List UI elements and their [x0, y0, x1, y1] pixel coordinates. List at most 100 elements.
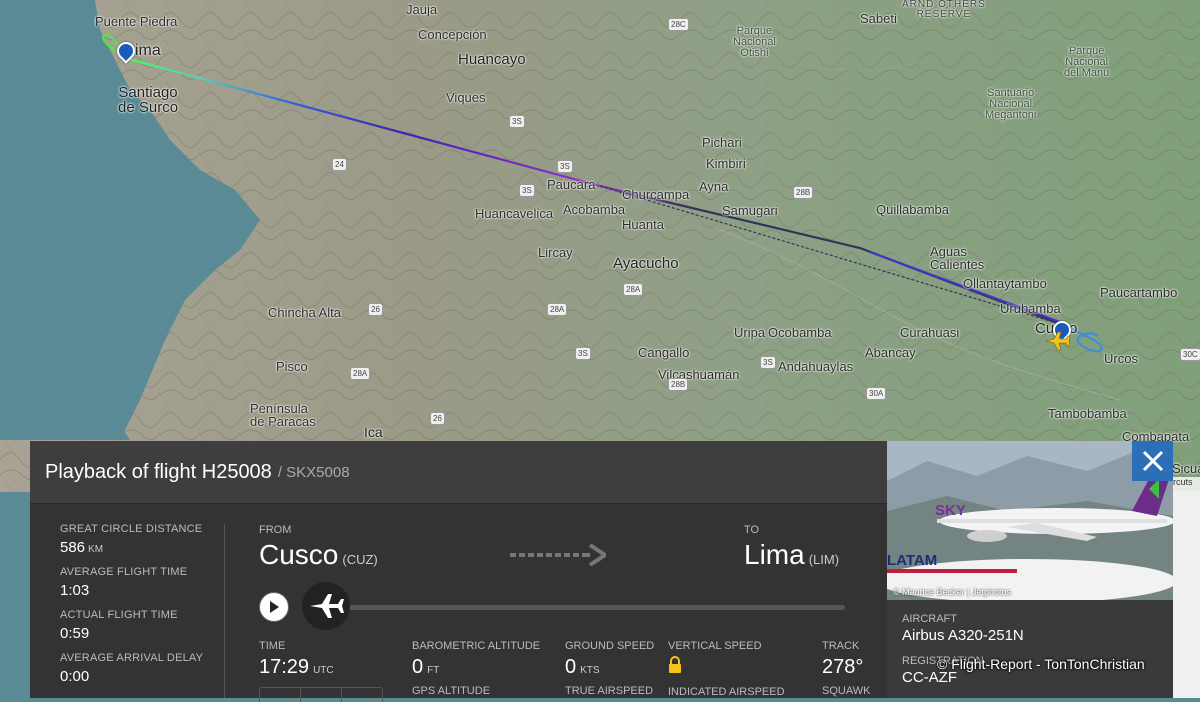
- map-label-aguas-calientes: Aguas Calientes: [930, 244, 985, 272]
- map-attribution[interactable]: rcuts: [1173, 477, 1200, 491]
- map-label-ocobamba: Ocobamba: [768, 325, 832, 340]
- map-label-ollantaytambo: Ollantaytambo: [963, 276, 1047, 291]
- metric-label: VERTICAL SPEED: [668, 640, 762, 652]
- route-shield: 30C: [1180, 348, 1200, 361]
- stat-actual-flight-time: ACTUAL FLIGHT TIME 0:59: [60, 609, 178, 642]
- map-label-megantoni: Santuario Nacional Megantoni: [985, 87, 1037, 121]
- photo-credit[interactable]: © Maurice Becker | Jetphotos: [893, 587, 1011, 597]
- metric-label-gps-altitude: GPS ALTITUDE: [412, 685, 491, 697]
- map-label-paucara: Paucara: [547, 177, 596, 192]
- route-shield: 3S: [509, 115, 525, 128]
- metric-value: 17:29: [259, 656, 310, 678]
- map-label-sicua: Sicua: [1172, 461, 1200, 476]
- map-label-santiago-de-surco: Santiago de Surco: [118, 84, 179, 116]
- metric-value: 0: [565, 656, 577, 678]
- route-shield: 28C: [668, 18, 689, 31]
- metric-time: TIME 17:29 UTC: [259, 640, 334, 679]
- map-label-cangallo: Cangallo: [638, 345, 690, 360]
- route-shield: 30A: [866, 387, 887, 400]
- divider: [224, 524, 225, 698]
- map-label-uripa: Uripa: [734, 325, 766, 340]
- step-button[interactable]: [342, 688, 382, 702]
- map-label-acobamba: Acobamba: [563, 202, 626, 217]
- metric-value: 278°: [822, 656, 864, 678]
- map-label-paucartambo: Paucartambo: [1100, 285, 1178, 300]
- livery-latam-text: LATAM: [887, 552, 937, 569]
- playback-timeline[interactable]: [340, 605, 845, 610]
- map-label-huanta: Huanta: [622, 217, 664, 232]
- metric-label-squawk: SQUAWK: [822, 685, 871, 697]
- stat-great-circle-distance: GREAT CIRCLE DISTANCE 586 KM: [60, 523, 202, 556]
- playback-panel: Playback of flight H25008 / SKX5008 GREA…: [30, 441, 887, 702]
- map-label-manu: Parque Nacional del Manu: [1064, 45, 1110, 79]
- route-shield: 3S: [519, 184, 535, 197]
- stat-label: AVERAGE ARRIVAL DELAY: [60, 652, 204, 664]
- metric-label: GROUND SPEED: [565, 640, 655, 652]
- aircraft-type[interactable]: Airbus A320-251N: [902, 627, 1024, 644]
- metric-unit: UTC: [313, 665, 334, 676]
- stat-label: ACTUAL FLIGHT TIME: [60, 609, 178, 621]
- route-shield: 28A: [350, 367, 371, 380]
- step-button[interactable]: [260, 688, 301, 702]
- map-label-ayacucho: Ayacucho: [613, 255, 679, 272]
- metric-label-true-airspeed: TRUE AIRSPEED: [565, 685, 654, 697]
- map-label-reserve: ARND OTHERS RESERVE: [902, 0, 986, 20]
- stat-value: 0:59: [60, 625, 90, 642]
- lock-icon: [668, 656, 785, 680]
- metric-barometric-altitude: BAROMETRIC ALTITUDE 0 FT GPS ALTITUDE: [412, 640, 540, 697]
- map-label-lima: ima: [135, 42, 161, 59]
- route-arrow-icon: [510, 543, 609, 567]
- close-button[interactable]: [1132, 441, 1173, 481]
- metric-ground-speed: GROUND SPEED 0 KTS TRUE AIRSPEED: [565, 640, 654, 697]
- map-label-abancay: Abancay: [865, 345, 916, 360]
- map-label-jauja: Jauja: [406, 2, 438, 17]
- destination-city[interactable]: Lima (LIM): [744, 539, 839, 571]
- route-shield: 3S: [557, 160, 573, 173]
- map-label-viques: Viques: [446, 90, 486, 105]
- from-label: FROM: [259, 524, 292, 536]
- stat-value: 1:03: [60, 582, 90, 599]
- map-label-peninsula-de-paracas: Península de Paracas: [250, 401, 316, 429]
- aircraft-position-icon[interactable]: [1044, 331, 1070, 351]
- step-button[interactable]: [301, 688, 342, 702]
- stat-unit: KM: [88, 544, 104, 555]
- timeline-handle[interactable]: [302, 582, 350, 630]
- panel-title: Playback of flight H25008: [45, 460, 272, 483]
- aircraft-photo[interactable]: SKY LATAM © Maurice Becker | Jetphotos: [887, 441, 1173, 600]
- stat-value: 586: [60, 539, 86, 556]
- page-background: [1173, 491, 1200, 698]
- metric-value: 0: [412, 656, 424, 678]
- map-label-urcos: Urcos: [1104, 351, 1138, 366]
- map-label-huancayo: Huancayo: [458, 51, 526, 68]
- route-shield: 26: [368, 303, 383, 316]
- route-shield: 24: [332, 158, 347, 171]
- metric-unit: FT: [427, 665, 440, 676]
- metric-label: TIME: [259, 640, 286, 652]
- map-label-puente-piedra: Puente Piedra: [95, 14, 178, 29]
- map-label-concepcion: Concepción: [418, 27, 487, 42]
- metric-label: BAROMETRIC ALTITUDE: [412, 640, 541, 652]
- origin-city[interactable]: Cusco (CUZ): [259, 539, 378, 571]
- map-label-urubamba: Urubamba: [1000, 301, 1061, 316]
- metric-unit: KTS: [580, 665, 600, 676]
- map-label-curahuasi: Curahuasi: [900, 325, 960, 340]
- play-icon: [270, 601, 279, 613]
- stat-value: 0:00: [60, 668, 90, 685]
- metric-label: TRACK: [822, 640, 860, 652]
- metric-vertical-speed: VERTICAL SPEED INDICATED AIRSPEED: [668, 640, 785, 698]
- stat-average-arrival-delay: AVERAGE ARRIVAL DELAY 0:00: [60, 652, 203, 685]
- map-label-lircay: Lircay: [538, 245, 573, 260]
- route-shield: 28B: [668, 378, 689, 391]
- map-label-ica: Ica: [364, 424, 383, 440]
- destination-city-name: Lima: [744, 539, 805, 570]
- metric-label-indicated-airspeed: INDICATED AIRSPEED: [668, 686, 785, 698]
- playback-step-buttons[interactable]: [259, 687, 383, 702]
- map-label-kimbiri: Kimbiri: [706, 156, 746, 171]
- aircraft-label: AIRCRAFT: [902, 613, 957, 625]
- play-button[interactable]: [259, 592, 289, 622]
- flight-stats: GREAT CIRCLE DISTANCE 586 KM AVERAGE FLIG…: [30, 504, 224, 698]
- callsign: / SKX5008: [277, 463, 350, 481]
- route-shield: 28A: [547, 303, 568, 316]
- origin-city-name: Cusco: [259, 539, 339, 570]
- route-shield: 26: [430, 412, 445, 425]
